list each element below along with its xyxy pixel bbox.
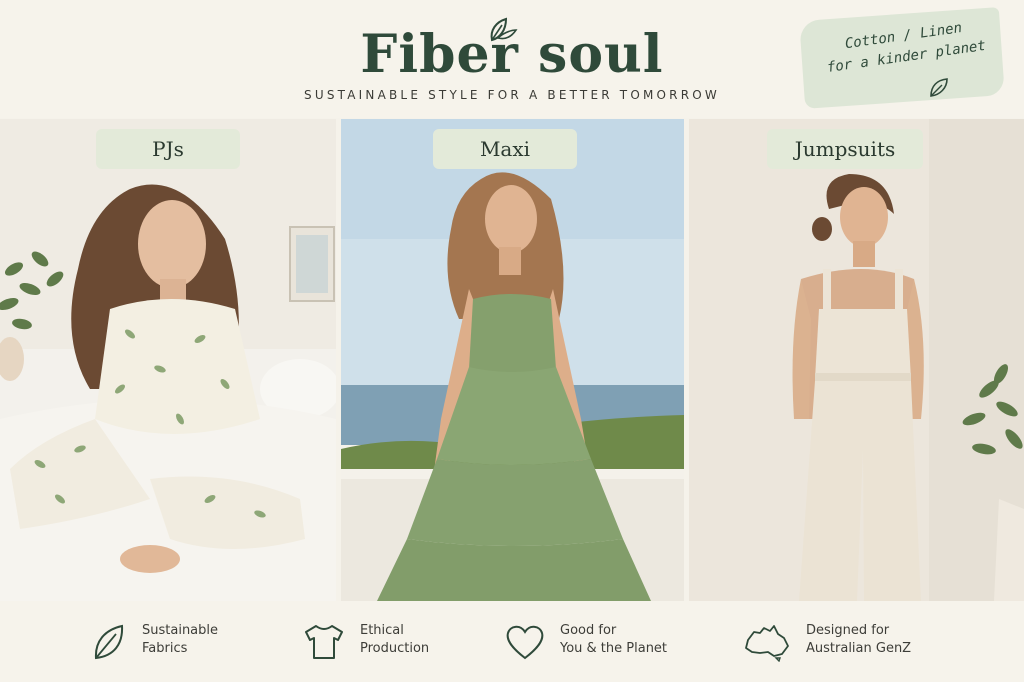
feature-designed-for-australian-genz: Designed for Australian GenZ [742,622,932,662]
category-card-maxi[interactable]: Maxi [341,119,684,601]
maxi-photo [341,119,684,601]
feature-sustainable-fabrics: Sustainable Fabrics [92,622,242,662]
feature-line-1: Sustainable [142,623,219,638]
feature-text: Ethical Production [360,622,429,658]
feature-text: Sustainable Fabrics [142,622,218,658]
australia-map-icon [745,625,789,662]
feature-line-2: Production [360,641,430,656]
feature-good-for-you: Good for You & the Planet [504,622,694,662]
feature-line-1: Good for [560,623,617,638]
category-label-jumpsuits: Jumpsuits [767,129,923,169]
leaf-icon [94,624,124,660]
feature-line-1: Ethical [360,623,404,638]
feature-text: Good for You & the Planet [560,622,667,658]
feature-line-2: Fabrics [142,641,188,656]
tshirt-icon [305,625,343,659]
feature-text: Designed for Australian GenZ [806,622,911,658]
jumpsuits-photo [689,119,1024,601]
leaf-icon [930,78,948,97]
heart-icon [506,625,544,660]
feature-line-2: You & the Planet [560,641,668,656]
category-card-pjs[interactable]: PJs [0,119,336,601]
category-label-maxi: Maxi [433,129,577,169]
feature-line-1: Designed for [806,623,890,638]
category-card-jumpsuits[interactable]: Jumpsuits [689,119,1024,601]
category-label-pjs: PJs [96,129,240,169]
feature-ethical-production: Ethical Production [302,622,452,662]
feature-line-2: Australian GenZ [806,641,912,656]
pjs-photo [0,119,336,601]
